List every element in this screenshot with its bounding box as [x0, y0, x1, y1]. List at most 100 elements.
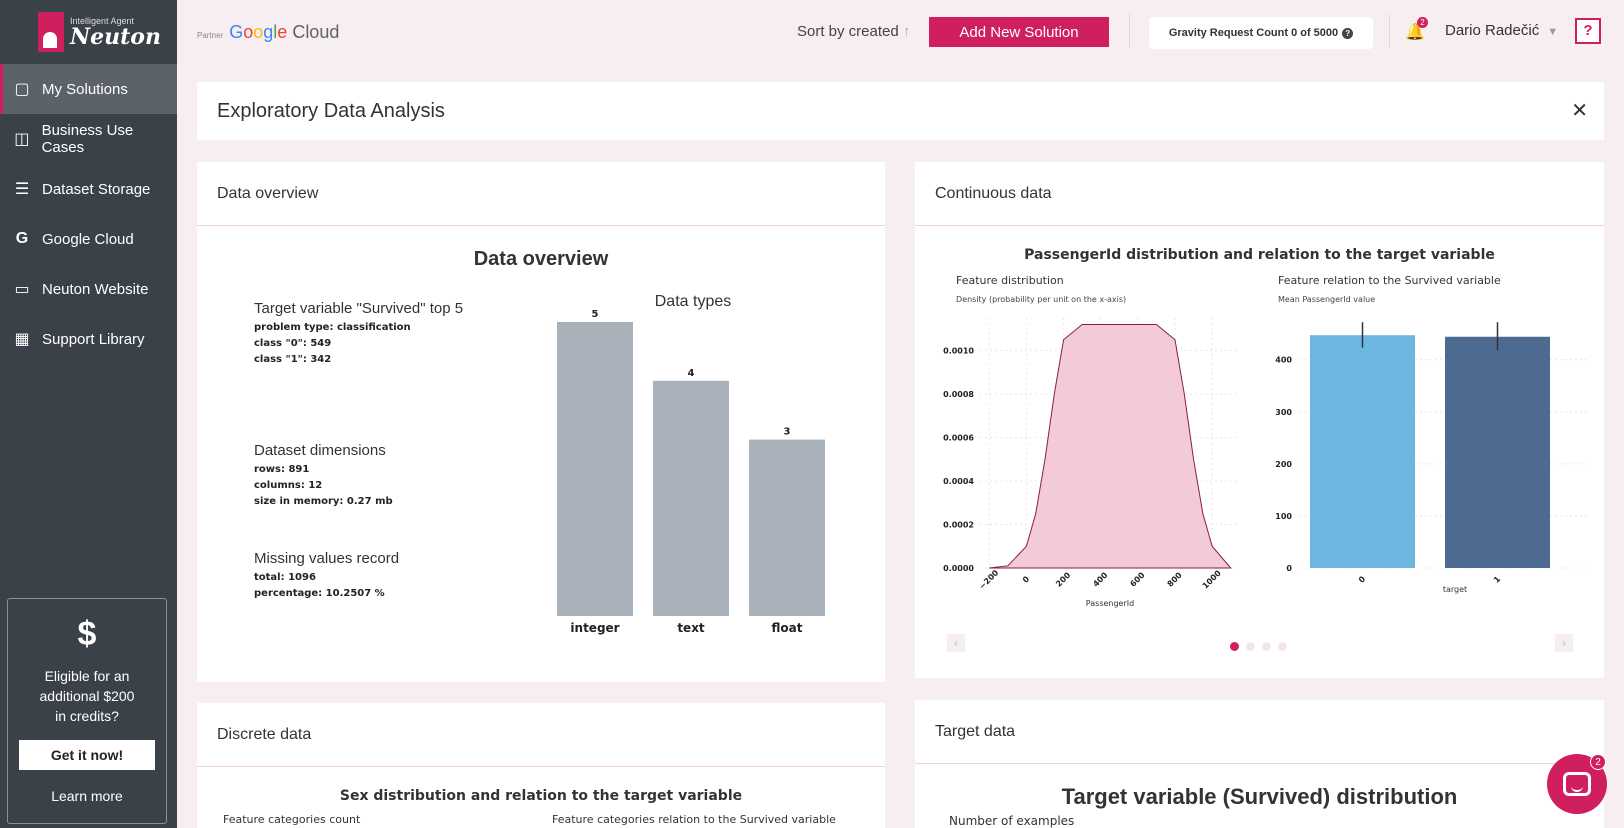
data-label: 4: [688, 368, 695, 379]
logo-mark-icon: [38, 12, 64, 52]
y-tick-label: 0: [1286, 564, 1292, 573]
continuous-chart-title: PassengerId distribution and relation to…: [1024, 247, 1495, 263]
bar-text: [653, 380, 729, 616]
sidebar-item-support-library[interactable]: ▦ Support Library: [0, 314, 177, 364]
user-menu[interactable]: Dario Radečić ▼: [1445, 22, 1558, 39]
feature-distribution-label: Feature distribution: [956, 274, 1064, 287]
get-it-now-button[interactable]: Get it now!: [19, 740, 155, 770]
add-new-solution-button[interactable]: Add New Solution: [929, 17, 1109, 47]
logo-wordmark: Neuton: [70, 23, 161, 50]
close-icon[interactable]: ✕: [1571, 98, 1588, 123]
bar-float: [749, 439, 825, 616]
sidebar-item-business-use-cases[interactable]: ◫ Business Use Cases: [0, 114, 177, 164]
sort-control[interactable]: Sort by created ↑: [797, 23, 910, 40]
divider: [1389, 14, 1390, 48]
sidebar-nav: ▢ My Solutions ◫ Business Use Cases ☰ Dataset…: [0, 64, 177, 364]
sidebar-item-label: Business Use Cases: [41, 122, 134, 156]
feature-relation-label: Feature relation to the Survived variabl…: [1278, 274, 1501, 287]
x-tick-label: 600: [1128, 570, 1146, 588]
dollar-icon: $: [77, 615, 97, 653]
y-tick-label: 300: [1275, 408, 1292, 417]
partner-label: Partner: [197, 31, 224, 40]
stat-line: rows: 891: [254, 464, 310, 475]
data-label: 5: [592, 309, 599, 320]
target-data-card: Target data Target variable (Survived) d…: [915, 700, 1604, 828]
data-overview-card: Data overview Data overview Target varia…: [197, 162, 885, 682]
card-title: Continuous data: [915, 162, 1604, 226]
page-header: Exploratory Data Analysis ✕: [197, 82, 1604, 140]
google-cloud-partner: Partner Google Cloud: [197, 22, 339, 43]
page-title: Exploratory Data Analysis: [217, 99, 445, 122]
x-axis-label: target: [1443, 585, 1467, 594]
monitor-icon: ▭: [14, 281, 30, 298]
y-tick-label: 0.0010: [943, 347, 974, 356]
y-tick-label: 100: [1275, 512, 1292, 521]
cube-icon: ▢: [14, 81, 30, 98]
chat-badge: 2: [1590, 754, 1606, 770]
promo-text-line: in credits?: [55, 708, 119, 724]
card-title: Data overview: [197, 162, 885, 226]
stat-title: Target variable "Survived" top 5: [254, 300, 464, 317]
y-tick-label: 400: [1275, 356, 1292, 365]
promo-text-line: Eligible for an: [44, 668, 130, 684]
carousel-dot[interactable]: [1230, 642, 1239, 651]
y-tick-label: 0.0000: [943, 564, 974, 573]
promo-text-line: additional $200: [39, 688, 135, 704]
google-cloud-logo: Google Cloud: [229, 22, 340, 42]
sidebar-item-label: Google Cloud: [42, 230, 134, 248]
stat-line: columns: 12: [254, 480, 323, 491]
carousel-dot[interactable]: [1246, 642, 1255, 651]
neuton-logo[interactable]: Intelligent Agent Neuton: [0, 0, 177, 64]
sidebar: Intelligent Agent Neuton ▢ My Solutions ◫ B…: [0, 0, 177, 828]
sidebar-item-my-solutions[interactable]: ▢ My Solutions: [0, 64, 177, 114]
y-tick-label: 0.0006: [943, 434, 974, 443]
x-tick-label: 800: [1166, 570, 1184, 588]
book-icon: ▦: [14, 331, 30, 348]
carousel-prev-button[interactable]: ‹: [947, 634, 965, 652]
target-distribution-heading: Target variable (Survived) distribution: [1061, 784, 1458, 809]
feature-categories-count-label: Feature categories count: [223, 813, 361, 826]
data-types-chart: Data types 5 integer 4 text 3 float: [557, 293, 825, 635]
stat-title: Missing values record: [254, 550, 400, 567]
help-circle-icon[interactable]: ?: [1342, 27, 1354, 39]
learn-more-link[interactable]: Learn more: [51, 788, 123, 804]
user-name: Dario Radečić: [1445, 22, 1540, 39]
sidebar-item-dataset-storage[interactable]: ☰ Dataset Storage: [0, 164, 177, 214]
target-variable-block: Target variable "Survived" top 5 problem…: [254, 300, 463, 368]
chart-title: Data types: [655, 293, 731, 310]
y-tick-label: 0.0004: [943, 477, 974, 486]
x-tick-label: 200: [1054, 570, 1072, 588]
x-tick-label: 400: [1091, 570, 1109, 588]
briefcase-icon: ◫: [14, 131, 30, 148]
bar-target-0: [1310, 335, 1415, 568]
sidebar-item-label: Dataset Storage: [42, 180, 151, 198]
carousel-dot[interactable]: [1262, 642, 1271, 651]
x-tick-label: 0: [1021, 574, 1032, 585]
arrow-up-icon: ↑: [902, 23, 911, 40]
carousel-next-button[interactable]: ›: [1555, 634, 1573, 652]
discrete-data-card: Discrete data Sex distribution and relat…: [197, 703, 885, 828]
stat-line: total: 1096: [254, 572, 316, 583]
card-title: Target data: [915, 700, 1604, 764]
sidebar-item-google-cloud[interactable]: G Google Cloud: [0, 214, 177, 264]
x-tick-label: 0: [1357, 574, 1368, 585]
y-tick-label: 200: [1275, 460, 1292, 469]
layers-icon: ☰: [14, 181, 30, 198]
bar-integer: [557, 322, 633, 616]
data-label: 3: [784, 427, 791, 438]
sidebar-item-label: My Solutions: [42, 80, 128, 98]
stat-line: percentage: 10.2507 %: [254, 588, 385, 599]
feature-categories-relation-label: Feature categories relation to the Survi…: [552, 813, 836, 826]
data-overview-heading: Data overview: [473, 248, 609, 270]
missing-values-block: Missing values record total: 1096 percen…: [254, 550, 399, 602]
gravity-request-count: Gravity Request Count 0 of 5000 ?: [1149, 17, 1373, 49]
x-tick-label: 1000: [1201, 568, 1223, 590]
carousel-dot[interactable]: [1278, 642, 1287, 651]
tick-label: text: [677, 621, 705, 635]
sidebar-item-neuton-website[interactable]: ▭ Neuton Website: [0, 264, 177, 314]
tick-label: integer: [570, 621, 619, 635]
x-tick-label: −200: [977, 568, 1000, 591]
mean-axis-label: Mean PassengerId value: [1278, 295, 1376, 304]
stat-title: Dataset dimensions: [254, 442, 386, 459]
help-button[interactable]: ?: [1575, 18, 1601, 44]
